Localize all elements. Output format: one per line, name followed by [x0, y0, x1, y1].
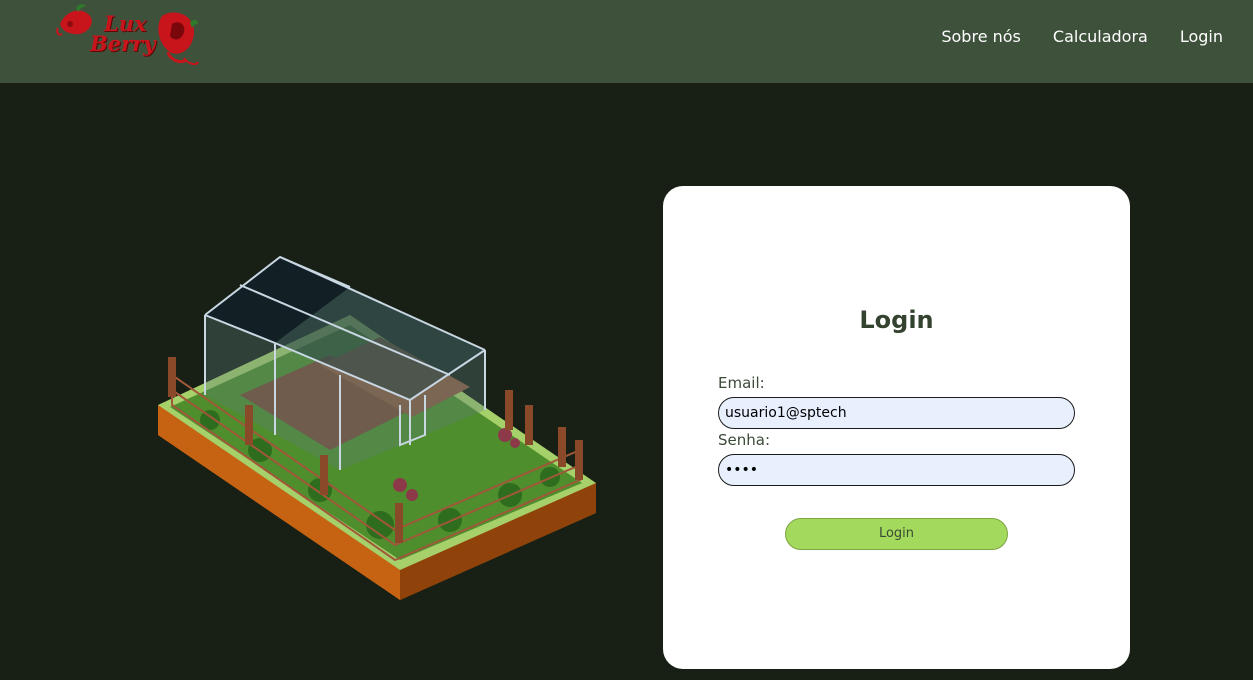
login-title: Login — [859, 306, 934, 334]
logo-wordmark: Lux Berry — [90, 13, 156, 56]
nav-link-login[interactable]: Login — [1180, 26, 1223, 48]
greenhouse-image — [158, 255, 596, 600]
top-navbar: Lux Berry Sobre nós Calculadora Login — [0, 0, 1253, 83]
login-submit-button[interactable]: Login — [785, 518, 1008, 550]
nav-link-sobre-nos[interactable]: Sobre nós — [941, 26, 1021, 48]
nav-link-calculadora[interactable]: Calculadora — [1053, 26, 1148, 48]
greenhouse-illustration — [150, 245, 610, 615]
email-input[interactable] — [718, 397, 1075, 429]
lux-berry-logo[interactable]: Lux Berry — [56, 2, 202, 70]
password-label: Senha: — [718, 431, 771, 449]
login-card: Login Email: Senha: Login — [663, 186, 1130, 669]
main-nav: Sobre nós Calculadora Login — [909, 26, 1223, 48]
logo-text-line2: Berry — [90, 31, 156, 56]
password-input[interactable] — [718, 454, 1075, 486]
email-label: Email: — [718, 374, 765, 392]
